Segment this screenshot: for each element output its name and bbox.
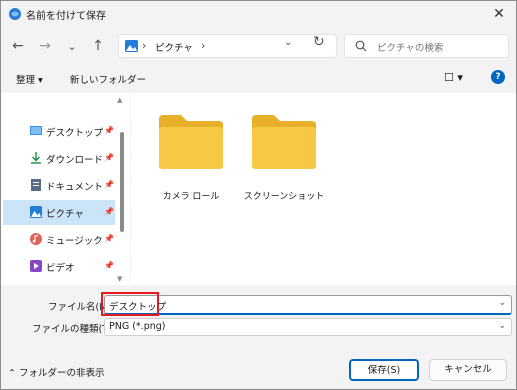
help-icon[interactable]: ?: [491, 70, 505, 84]
sidebar-item-downloads[interactable]: ダウンロード 📌: [3, 146, 115, 171]
download-icon: [31, 152, 41, 164]
sidebar-item-videos[interactable]: ビデオ 📌: [3, 254, 115, 279]
video-icon: [30, 260, 42, 272]
command-bar: 整理 ▾ 新しいフォルダー ☐ ▾ ?: [1, 67, 516, 91]
sidebar-item-label: デスクトップ: [46, 128, 104, 139]
close-icon: ✕: [493, 6, 505, 22]
sidebar-item-pictures[interactable]: ピクチャ 📌: [3, 200, 115, 225]
window-title: 名前を付けて保存: [26, 11, 106, 22]
chevron-down-icon: ⌄: [498, 321, 506, 331]
breadcrumb-pictures[interactable]: ピクチャ: [155, 40, 193, 54]
music-icon: [30, 233, 42, 245]
navigation-pane[interactable]: デスクトップ 📌 ダウンロード 📌 ドキュメント 📌 ピクチャ 📌 ミュージック…: [1, 93, 130, 285]
folder-item[interactable]: スクリーンショット: [244, 103, 324, 203]
folder-icon: [159, 115, 223, 169]
document-icon: [31, 179, 41, 191]
view-options-button[interactable]: ☐ ▾: [444, 71, 463, 84]
sidebar-item-label: ミュージック: [46, 236, 103, 247]
scroll-up-icon[interactable]: ▲: [117, 96, 122, 104]
chevron-down-icon[interactable]: ⌄: [498, 298, 506, 308]
sidebar-scrollbar[interactable]: [120, 132, 124, 232]
sidebar-item-label: ドキュメント: [46, 182, 104, 193]
search-box[interactable]: ピクチャの検索: [344, 34, 509, 58]
address-dropdown-icon[interactable]: ⌄: [284, 37, 292, 48]
sidebar-item-desktop[interactable]: デスクトップ 📌: [3, 119, 115, 144]
filetype-select[interactable]: PNG (*.png) ⌄: [104, 318, 512, 336]
forward-button[interactable]: →: [34, 35, 56, 57]
sidebar-item-music[interactable]: ミュージック 📌: [3, 227, 115, 252]
organize-menu[interactable]: 整理 ▾: [16, 72, 43, 86]
address-bar[interactable]: › ピクチャ ›: [118, 34, 337, 58]
filetype-label: ファイルの種類(T):: [32, 324, 115, 335]
refresh-icon[interactable]: ↻: [313, 34, 325, 50]
search-placeholder: ピクチャの検索: [377, 43, 444, 54]
pin-icon: 📌: [104, 180, 114, 189]
pin-icon: 📌: [104, 234, 114, 243]
sidebar-item-label: ピクチャ: [46, 209, 84, 220]
breadcrumb-separator[interactable]: ›: [201, 39, 205, 52]
hide-folders-label: フォルダーの非表示: [19, 368, 105, 379]
up-button[interactable]: ↑: [87, 35, 109, 57]
pictures-icon: [30, 206, 42, 218]
breadcrumb-separator: ›: [142, 39, 147, 52]
folder-name: スクリーンショット: [243, 192, 325, 202]
close-button[interactable]: ✕: [482, 1, 516, 27]
pin-icon: 📌: [104, 207, 114, 216]
save-dialog: 名前を付けて保存 ✕ ← → ⌄ ↑ › ピクチャ › ⌄ ↻ ピクチャの検索 …: [0, 0, 517, 390]
hide-folders-toggle[interactable]: ⌃ フォルダーの非表示: [8, 365, 105, 379]
arrow-right-icon: →: [39, 38, 51, 54]
search-icon: [355, 40, 367, 52]
save-button[interactable]: 保存(S): [349, 359, 419, 381]
file-list[interactable]: カメラ ロール スクリーンショット: [131, 93, 516, 285]
folder-icon: [252, 115, 316, 169]
filename-input[interactable]: デスクトップ ⌄: [104, 295, 512, 315]
recent-locations-button[interactable]: ⌄: [61, 35, 83, 57]
arrow-left-icon: ←: [12, 38, 24, 54]
chevron-up-icon: ⌃: [8, 368, 16, 379]
chevron-down-icon: ⌄: [67, 39, 77, 53]
cancel-button[interactable]: キャンセル: [429, 359, 507, 381]
desktop-icon: [30, 126, 42, 135]
sidebar-item-label: ダウンロード: [46, 155, 104, 166]
pictures-icon: [125, 40, 138, 52]
new-folder-button[interactable]: 新しいフォルダー: [70, 72, 146, 86]
title-bar: 名前を付けて保存 ✕: [1, 1, 516, 27]
arrow-up-icon: ↑: [92, 38, 104, 54]
pin-icon: 📌: [104, 126, 114, 135]
back-button[interactable]: ←: [7, 35, 29, 57]
pin-icon: 📌: [104, 153, 114, 162]
sidebar-item-documents[interactable]: ドキュメント 📌: [3, 173, 115, 198]
scroll-down-icon[interactable]: ▼: [117, 275, 122, 283]
folder-name: カメラ ロール: [162, 192, 220, 202]
highlight-annotation: [101, 292, 159, 316]
filetype-value: PNG (*.png): [109, 321, 166, 332]
app-icon: [9, 8, 21, 20]
pin-icon: 📌: [104, 261, 114, 270]
folder-item[interactable]: カメラ ロール: [151, 103, 231, 203]
sidebar-item-label: ビデオ: [46, 263, 75, 274]
